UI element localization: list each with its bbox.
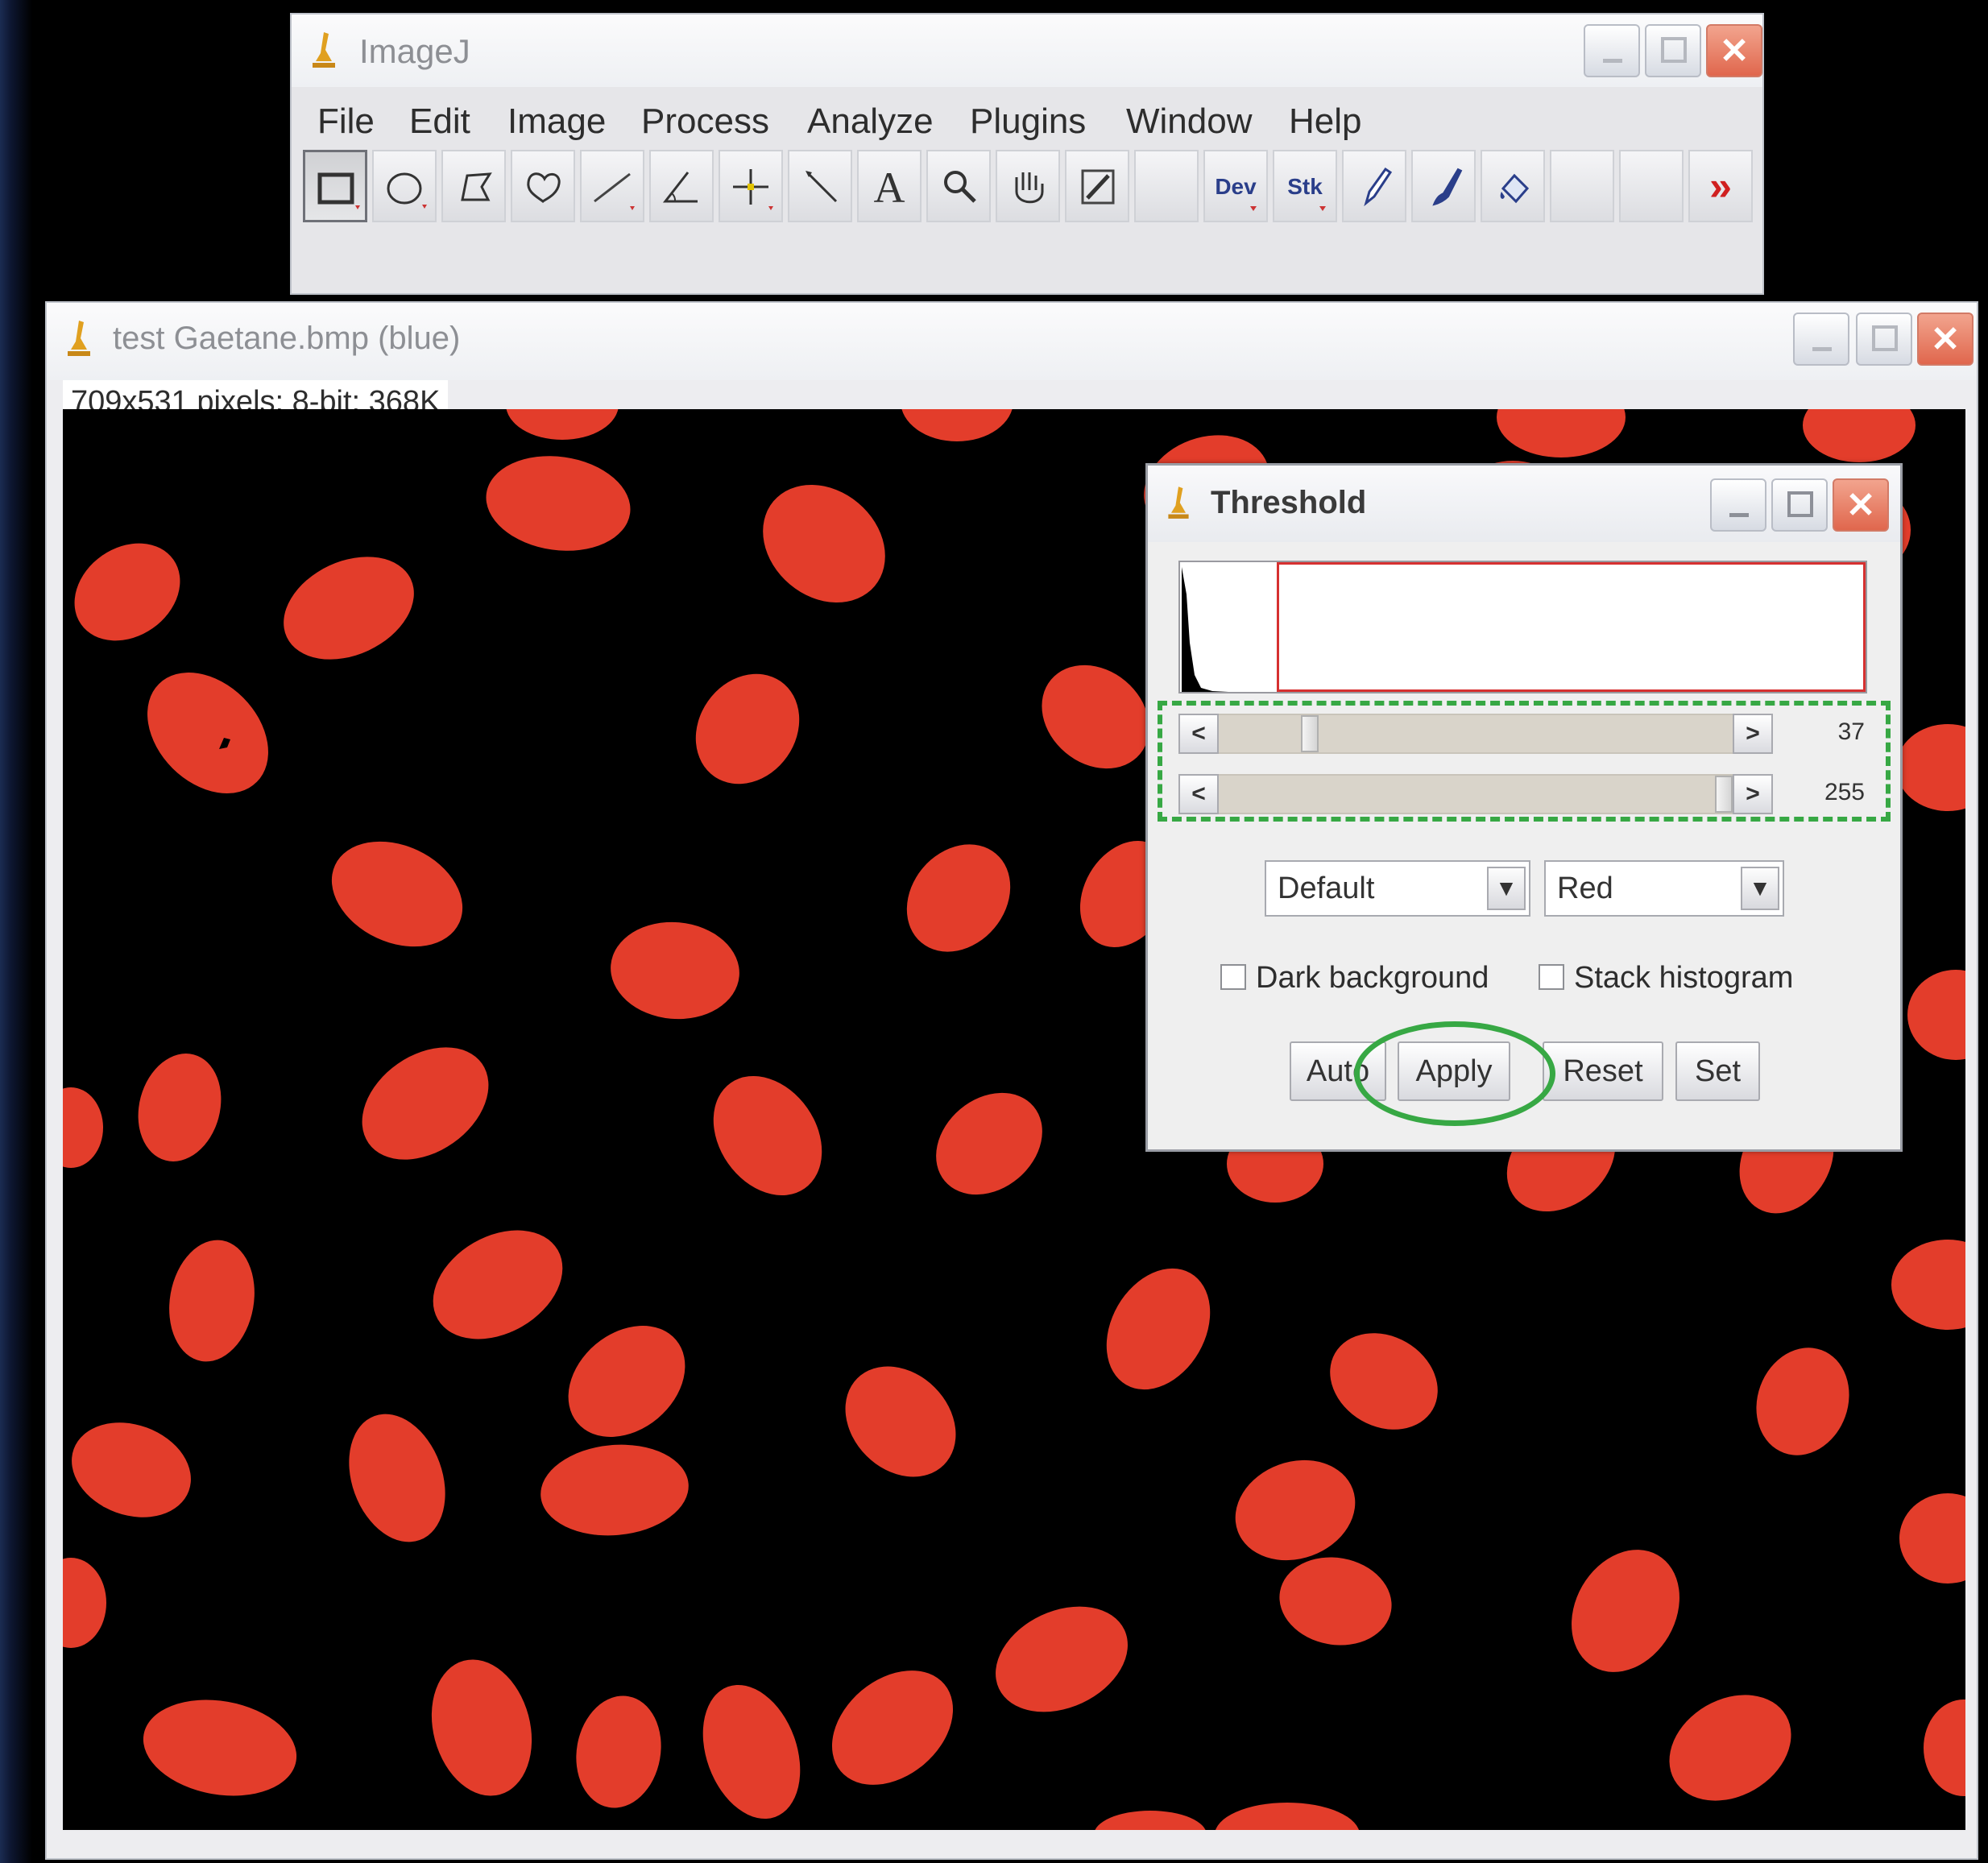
microscope-icon bbox=[1164, 483, 1193, 528]
close-button[interactable]: ✕ bbox=[1706, 24, 1762, 77]
apply-highlight-annotation bbox=[1354, 1021, 1555, 1126]
stack-histogram-checkbox[interactable]: Stack histogram bbox=[1539, 961, 1793, 996]
maximize-button[interactable] bbox=[1771, 478, 1828, 532]
brush-icon bbox=[1432, 168, 1463, 206]
line-tool[interactable] bbox=[580, 150, 644, 222]
microscope-icon bbox=[308, 29, 340, 77]
display-select-value: Red bbox=[1557, 871, 1613, 905]
imagej-titlebar[interactable]: ImageJ ✕ bbox=[292, 14, 1762, 87]
chevron-down-icon[interactable]: ▼ bbox=[1741, 867, 1779, 910]
threshold-dialog: Threshold ✕ < > 37 < > 255 Default ▼ Red… bbox=[1145, 463, 1903, 1152]
minimize-button[interactable] bbox=[1584, 24, 1640, 77]
threshold-titlebar[interactable]: Threshold ✕ bbox=[1148, 466, 1900, 542]
wand-tool[interactable] bbox=[788, 150, 852, 222]
more-tools-button[interactable]: » bbox=[1688, 150, 1753, 222]
microscope-icon bbox=[63, 317, 95, 365]
paint-bucket-icon bbox=[1500, 173, 1530, 204]
dropdown-arrow-icon bbox=[1250, 206, 1257, 211]
stack-menu-tool[interactable]: Stk bbox=[1273, 150, 1337, 222]
menu-process[interactable]: Process bbox=[641, 101, 769, 142]
toolbar: A Dev Stk » bbox=[300, 150, 1758, 224]
hand-icon bbox=[1015, 172, 1044, 204]
line-icon bbox=[594, 172, 635, 210]
checkbox-box[interactable] bbox=[1539, 964, 1564, 990]
polygon-tool[interactable] bbox=[441, 150, 506, 222]
wand-icon bbox=[806, 171, 838, 203]
threshold-method-select[interactable]: Default ▼ bbox=[1265, 860, 1530, 917]
rectangle-icon bbox=[317, 172, 360, 209]
window-title: ImageJ bbox=[359, 32, 470, 70]
set-button[interactable]: Set bbox=[1675, 1041, 1760, 1101]
angle-icon bbox=[662, 172, 698, 203]
pencil-tool[interactable] bbox=[1342, 150, 1406, 222]
oval-tool[interactable] bbox=[372, 150, 437, 222]
checkbox-box[interactable] bbox=[1220, 964, 1246, 990]
dark-background-label: Dark background bbox=[1256, 961, 1489, 995]
hand-tool[interactable] bbox=[996, 150, 1060, 222]
double-chevron-icon: » bbox=[1709, 164, 1732, 209]
menu-analyze[interactable]: Analyze bbox=[807, 101, 934, 142]
freehand-icon bbox=[527, 172, 561, 203]
menu-plugins[interactable]: Plugins bbox=[970, 101, 1086, 142]
polygon-icon bbox=[461, 172, 492, 201]
close-icon: ✕ bbox=[1719, 31, 1750, 71]
rectangle-tool[interactable] bbox=[303, 150, 367, 222]
method-select-value: Default bbox=[1278, 871, 1375, 905]
window-title: test Gaetane.bmp (blue) bbox=[113, 321, 461, 356]
crosshair-icon bbox=[733, 169, 773, 210]
minimize-button[interactable] bbox=[1793, 313, 1849, 366]
stack-histogram-label: Stack histogram bbox=[1574, 961, 1794, 995]
angle-tool[interactable] bbox=[649, 150, 714, 222]
menu-image[interactable]: Image bbox=[507, 101, 606, 142]
text-tool-icon: A bbox=[873, 164, 905, 212]
maximize-button[interactable] bbox=[1856, 313, 1912, 366]
developer-menu-tool[interactable]: Dev bbox=[1203, 150, 1268, 222]
pencil-icon bbox=[1364, 167, 1393, 207]
close-icon: ✕ bbox=[1845, 485, 1876, 525]
reset-button[interactable]: Reset bbox=[1543, 1041, 1663, 1101]
image-window-titlebar[interactable]: test Gaetane.bmp (blue) ✕ bbox=[47, 303, 1977, 380]
threshold-histogram bbox=[1178, 561, 1867, 693]
point-tool[interactable] bbox=[719, 150, 783, 222]
menu-edit[interactable]: Edit bbox=[409, 101, 470, 142]
close-icon: ✕ bbox=[1930, 319, 1961, 359]
empty-tool-slot-3[interactable] bbox=[1619, 150, 1684, 222]
oval-icon bbox=[387, 172, 427, 209]
dropdown-arrow-icon bbox=[1319, 206, 1326, 211]
text-tool[interactable]: A bbox=[857, 150, 922, 222]
flood-fill-tool[interactable] bbox=[1481, 150, 1545, 222]
menu-bar: File Edit Image Process Analyze Plugins … bbox=[292, 89, 1762, 141]
eyedropper-icon bbox=[1081, 169, 1115, 205]
empty-tool-slot-1[interactable] bbox=[1134, 150, 1199, 222]
dropper-tool[interactable] bbox=[1065, 150, 1129, 222]
zoom-tool[interactable] bbox=[926, 150, 991, 222]
close-button[interactable]: ✕ bbox=[1833, 478, 1889, 532]
menu-file[interactable]: File bbox=[317, 101, 375, 142]
dark-background-checkbox[interactable]: Dark background bbox=[1220, 961, 1489, 996]
freehand-tool[interactable] bbox=[511, 150, 575, 222]
maximize-button[interactable] bbox=[1645, 24, 1701, 77]
threshold-display-select[interactable]: Red ▼ bbox=[1544, 860, 1784, 917]
dialog-title: Threshold bbox=[1211, 485, 1367, 520]
sliders-highlight-annotation bbox=[1158, 701, 1891, 822]
imagej-main-window: ImageJ ✕ File Edit Image Process Analyze… bbox=[290, 13, 1764, 295]
close-button[interactable]: ✕ bbox=[1917, 313, 1974, 366]
empty-tool-slot-2[interactable] bbox=[1550, 150, 1614, 222]
threshold-range-marker bbox=[1277, 562, 1866, 692]
minimize-button[interactable] bbox=[1710, 478, 1766, 532]
magnifier-icon bbox=[944, 171, 976, 203]
menu-window[interactable]: Window bbox=[1126, 101, 1253, 142]
brush-tool[interactable] bbox=[1411, 150, 1476, 222]
chevron-down-icon[interactable]: ▼ bbox=[1487, 867, 1526, 910]
menu-help[interactable]: Help bbox=[1289, 101, 1362, 142]
